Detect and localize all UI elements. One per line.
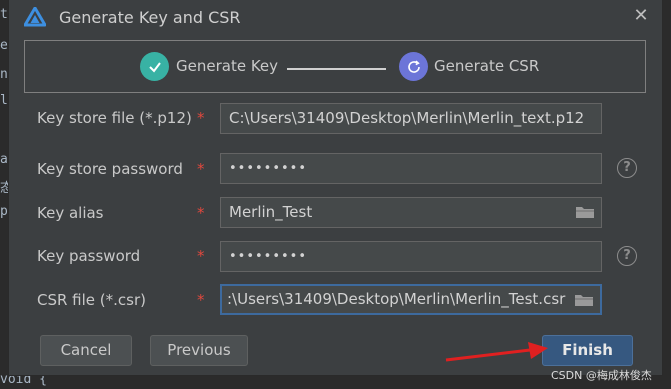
refresh-icon bbox=[399, 52, 428, 81]
help-icon[interactable]: ? bbox=[617, 158, 637, 178]
key-alias-value: Merlin_Test bbox=[229, 203, 313, 221]
generate-key-dialog: Generate Key and CSR ✕ Generate Key Gene… bbox=[9, 0, 662, 375]
key-password-label: Key password bbox=[37, 247, 141, 265]
finish-button[interactable]: Finish bbox=[542, 335, 633, 366]
key-store-password-field[interactable]: ••••••••• bbox=[220, 153, 602, 184]
editor-char: p bbox=[0, 204, 8, 219]
dialog-titlebar: Generate Key and CSR ✕ bbox=[9, 0, 662, 36]
csr-file-label: CSR file (*.csr) bbox=[37, 291, 146, 309]
required-marker: * bbox=[197, 247, 205, 265]
key-store-file-label: Key store file (*.p12) bbox=[37, 109, 192, 127]
app-logo-icon bbox=[24, 7, 46, 27]
key-store-password-label: Key store password bbox=[37, 160, 183, 178]
annotation-arrow bbox=[445, 342, 548, 362]
editor-char: l bbox=[0, 93, 8, 108]
key-password-field[interactable]: ••••••••• bbox=[220, 241, 602, 272]
required-marker: * bbox=[197, 291, 205, 309]
wizard-steps: Generate Key Generate CSR bbox=[24, 40, 646, 93]
csr-file-value: :\Users\31409\Desktop\Merlin\Merlin_Test… bbox=[227, 290, 566, 308]
folder-icon[interactable] bbox=[574, 293, 594, 307]
required-marker: * bbox=[197, 204, 205, 222]
editor-char: a bbox=[0, 152, 8, 167]
editor-char: n bbox=[0, 67, 8, 82]
close-icon[interactable]: ✕ bbox=[631, 6, 651, 26]
help-icon[interactable]: ? bbox=[617, 246, 637, 266]
step-connector bbox=[287, 68, 386, 70]
check-icon bbox=[140, 52, 169, 81]
cancel-button[interactable]: Cancel bbox=[40, 335, 132, 366]
previous-button[interactable]: Previous bbox=[150, 335, 248, 366]
required-marker: * bbox=[197, 109, 205, 127]
editor-char: t bbox=[0, 7, 8, 22]
required-marker: * bbox=[197, 160, 205, 178]
key-alias-field[interactable]: Merlin_Test bbox=[220, 197, 602, 228]
folder-icon[interactable] bbox=[575, 205, 595, 219]
step-generate-key: Generate Key bbox=[176, 57, 279, 75]
key-store-file-field[interactable]: C:\Users\31409\Desktop\Merlin\Merlin_tex… bbox=[220, 103, 602, 134]
watermark: CSDN @梅成林俊杰 bbox=[551, 369, 652, 382]
editor-char: e bbox=[0, 38, 8, 53]
dialog-title: Generate Key and CSR bbox=[59, 8, 241, 27]
key-alias-label: Key alias bbox=[37, 204, 104, 222]
step-generate-csr: Generate CSR bbox=[434, 57, 540, 75]
csr-file-field[interactable]: :\Users\31409\Desktop\Merlin\Merlin_Test… bbox=[220, 284, 602, 315]
